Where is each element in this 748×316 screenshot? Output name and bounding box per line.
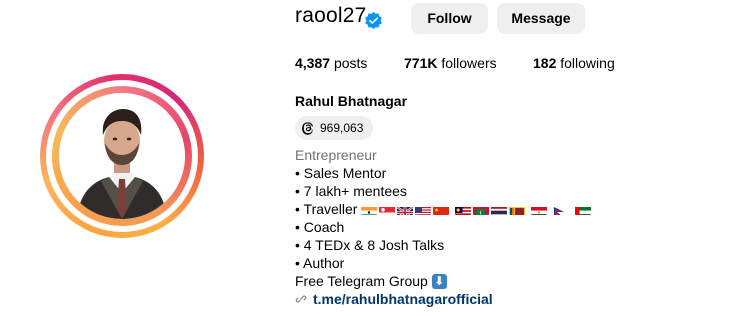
followers-count: 771K <box>404 55 438 71</box>
message-button[interactable]: Message <box>497 3 585 34</box>
flag-india-icon <box>361 204 378 215</box>
posts-stat: 4,387 posts <box>295 55 367 71</box>
flag-thailand-icon <box>491 204 508 215</box>
posts-label: posts <box>333 55 368 71</box>
followers-stat[interactable]: 771K followers <box>404 55 497 71</box>
flag-singapore-icon <box>379 204 396 215</box>
profile-avatar-story-ring[interactable] <box>40 74 204 238</box>
bio-line: • 4 TEDx & 8 Josh Talks <box>295 237 445 253</box>
username: raool27 <box>295 4 367 27</box>
flag-maldives-icon <box>473 204 490 215</box>
bio-line-traveller: • Traveller <box>295 200 593 218</box>
following-stat[interactable]: 182 following <box>533 55 615 71</box>
threads-icon <box>302 122 314 135</box>
bio-line: Free Telegram Group <box>295 273 428 289</box>
bio-line: • Traveller <box>295 201 358 217</box>
flag-emojis <box>361 204 593 215</box>
flag-usa-icon <box>415 204 432 215</box>
bio-link[interactable]: t.me/rahulbhatnagarofficial <box>295 290 593 308</box>
following-label: following <box>560 55 615 71</box>
followers-label: followers <box>441 55 497 71</box>
posts-count: 4,387 <box>295 55 331 71</box>
down-arrow-icon: ⬇ <box>431 273 447 289</box>
flag-sri-lanka-icon <box>509 204 526 215</box>
flag-uk-icon <box>397 204 414 215</box>
bio-link-text: t.me/rahulbhatnagarofficial <box>313 291 493 307</box>
flag-nepal-icon <box>553 204 569 215</box>
flag-uae-icon <box>575 204 592 215</box>
flag-china-icon <box>433 204 450 215</box>
flag-malaysia-icon <box>455 204 472 215</box>
bio: Entrepreneur • Sales Mentor • 7 lakh+ me… <box>295 146 593 308</box>
bio-line: • Coach <box>295 219 345 235</box>
threads-badge[interactable]: 969,063 <box>295 116 374 140</box>
category-label: Entrepreneur <box>295 147 377 163</box>
avatar <box>59 93 185 219</box>
profile-header: raool27 Follow Message 4,387 posts 771K … <box>0 0 748 316</box>
bio-line-telegram: Free Telegram Group ⬇ <box>295 272 593 290</box>
follow-button[interactable]: Follow <box>411 3 488 34</box>
bio-line: • Sales Mentor <box>295 165 387 181</box>
following-count: 182 <box>533 55 557 71</box>
bio-line: • 7 lakh+ mentees <box>295 183 407 199</box>
threads-count: 969,063 <box>320 121 364 135</box>
bio-line: • Author <box>295 255 345 271</box>
full-name: Rahul Bhatnagar <box>295 93 408 109</box>
link-icon <box>295 295 307 303</box>
verified-badge-icon <box>364 11 383 30</box>
flag-egypt-icon <box>531 204 548 215</box>
